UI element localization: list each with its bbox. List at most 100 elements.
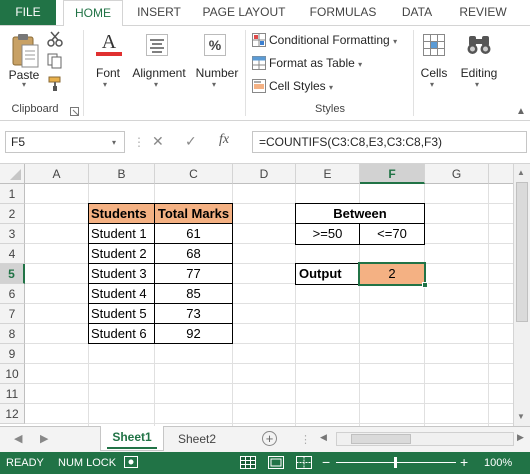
row-header-8[interactable]: 8 (0, 324, 25, 344)
scroll-down-icon[interactable]: ▼ (517, 412, 525, 421)
zoom-level[interactable]: 100% (484, 457, 512, 469)
between-low-cell[interactable]: >=50 (296, 224, 360, 244)
tab-split-handle-icon[interactable]: ⋮ (300, 433, 311, 446)
table-cell-marks[interactable]: 68 (155, 244, 232, 264)
scroll-left-icon[interactable]: ◀ (320, 432, 327, 443)
number-format-icon[interactable]: % (204, 34, 226, 56)
table-cell-student[interactable]: Student 2 (89, 244, 155, 264)
row-header-6[interactable]: 6 (0, 284, 25, 304)
worksheet-grid[interactable]: A B C D E F G 1 2 3 4 5 6 7 8 9 10 11 12… (0, 164, 530, 426)
tab-data[interactable]: DATA (392, 0, 442, 25)
number-dropdown-icon[interactable]: ▾ (212, 80, 216, 89)
editing-dropdown-icon[interactable]: ▾ (475, 80, 479, 89)
scroll-right-icon[interactable]: ▶ (517, 432, 524, 443)
collapse-ribbon-icon[interactable]: ▲ (516, 106, 526, 117)
row-header-9[interactable]: 9 (0, 344, 25, 364)
column-header-d[interactable]: D (233, 164, 296, 184)
table-cell-student[interactable]: Student 4 (89, 284, 155, 304)
sheet-tab-sheet1[interactable]: Sheet1 (100, 426, 164, 451)
normal-view-icon[interactable] (240, 456, 256, 472)
table-cell-marks[interactable]: 77 (155, 264, 232, 284)
table-cell-marks[interactable]: 61 (155, 224, 232, 244)
new-sheet-icon[interactable]: + (262, 431, 277, 446)
table-cell-marks[interactable]: 85 (155, 284, 232, 304)
paste-icon[interactable] (10, 32, 40, 73)
table-cell-student[interactable]: Student 6 (89, 324, 155, 344)
macro-record-icon[interactable] (124, 456, 138, 471)
tab-file[interactable]: FILE (0, 0, 56, 25)
row-header-12[interactable]: 12 (0, 404, 25, 424)
cells-icon[interactable] (423, 34, 445, 59)
cell-styles-button[interactable]: Cell Styles ▾ (269, 79, 333, 93)
alignment-button[interactable]: Alignment (130, 66, 188, 80)
row-header-3[interactable]: 3 (0, 224, 25, 244)
row-header-4[interactable]: 4 (0, 244, 25, 264)
name-box-dropdown-icon[interactable]: ▾ (112, 138, 116, 147)
alignment-dropdown-icon[interactable]: ▾ (154, 80, 158, 89)
column-header-a[interactable]: A (25, 164, 89, 184)
name-box[interactable]: F5 (5, 131, 125, 153)
tab-home[interactable]: HOME (63, 0, 123, 26)
column-header-h[interactable] (489, 164, 513, 184)
formula-bar-grip-icon[interactable]: ⋮ (133, 135, 145, 149)
table-cell-student[interactable]: Student 1 (89, 224, 155, 244)
zoom-out-icon[interactable]: − (322, 454, 330, 470)
cells-dropdown-icon[interactable]: ▾ (430, 80, 434, 89)
tab-review[interactable]: REVIEW (450, 0, 516, 25)
fill-handle[interactable] (422, 282, 428, 288)
table-cell-student[interactable]: Student 5 (89, 304, 155, 324)
tab-formulas[interactable]: FORMULAS (300, 0, 386, 25)
page-break-view-icon[interactable] (296, 456, 312, 472)
row-header-10[interactable]: 10 (0, 364, 25, 384)
alignment-icon[interactable] (146, 34, 168, 59)
binoculars-icon[interactable] (467, 34, 491, 59)
font-dropdown-icon[interactable]: ▾ (103, 80, 107, 89)
format-as-table-button[interactable]: Format as Table ▾ (269, 56, 362, 70)
output-label[interactable]: Output (296, 264, 360, 284)
row-header-5[interactable]: 5 (0, 264, 25, 284)
page-layout-view-icon[interactable] (268, 456, 284, 472)
editing-button[interactable]: Editing (455, 66, 503, 80)
row-header-7[interactable]: 7 (0, 304, 25, 324)
number-button[interactable]: Number (192, 66, 242, 80)
table-cell-student[interactable]: Student 3 (89, 264, 155, 284)
font-button[interactable]: Font (88, 66, 128, 80)
row-header-1[interactable]: 1 (0, 184, 25, 204)
horizontal-scrollbar[interactable] (336, 432, 514, 446)
font-icon[interactable]: A (96, 31, 122, 56)
table-header-students[interactable]: Students (89, 204, 155, 224)
column-header-f[interactable]: F (360, 164, 425, 184)
column-header-e[interactable]: E (296, 164, 360, 184)
format-painter-icon[interactable] (47, 76, 63, 95)
paste-dropdown-icon[interactable]: ▾ (22, 80, 26, 89)
zoom-in-icon[interactable]: + (460, 454, 468, 470)
enter-formula-icon[interactable]: ✓ (185, 133, 197, 150)
horizontal-scroll-thumb[interactable] (351, 434, 411, 444)
select-all-corner[interactable] (0, 164, 25, 184)
scroll-up-icon[interactable]: ▲ (517, 168, 525, 177)
column-header-c[interactable]: C (155, 164, 233, 184)
copy-icon[interactable] (47, 53, 63, 72)
conditional-formatting-button[interactable]: Conditional Formatting ▾ (269, 33, 397, 47)
tab-page-layout[interactable]: PAGE LAYOUT (196, 0, 292, 25)
cells-button[interactable]: Cells (416, 66, 452, 80)
cancel-formula-icon[interactable]: ✕ (152, 133, 164, 150)
cut-icon[interactable] (47, 31, 63, 50)
formula-input[interactable]: =COUNTIFS(C3:C8,E3,C3:C8,F3) (252, 131, 527, 153)
tab-insert[interactable]: INSERT (130, 0, 188, 25)
prev-sheet-icon[interactable]: ◀ (14, 432, 22, 445)
between-high-cell[interactable]: <=70 (360, 224, 424, 244)
clipboard-launcher-icon[interactable] (70, 105, 79, 119)
zoom-slider-thumb[interactable] (394, 457, 397, 468)
next-sheet-icon[interactable]: ▶ (40, 432, 48, 445)
table-header-total-marks[interactable]: Total Marks (155, 204, 232, 224)
column-header-b[interactable]: B (89, 164, 155, 184)
row-header-11[interactable]: 11 (0, 384, 25, 404)
sheet-tab-sheet2[interactable]: Sheet2 (168, 429, 226, 449)
column-header-g[interactable]: G (425, 164, 489, 184)
row-header-2[interactable]: 2 (0, 204, 25, 224)
insert-function-icon[interactable]: fx (219, 132, 229, 148)
vertical-scrollbar[interactable]: ▲ ▼ (513, 164, 530, 426)
vertical-scroll-thumb[interactable] (516, 182, 528, 322)
table-cell-marks[interactable]: 73 (155, 304, 232, 324)
